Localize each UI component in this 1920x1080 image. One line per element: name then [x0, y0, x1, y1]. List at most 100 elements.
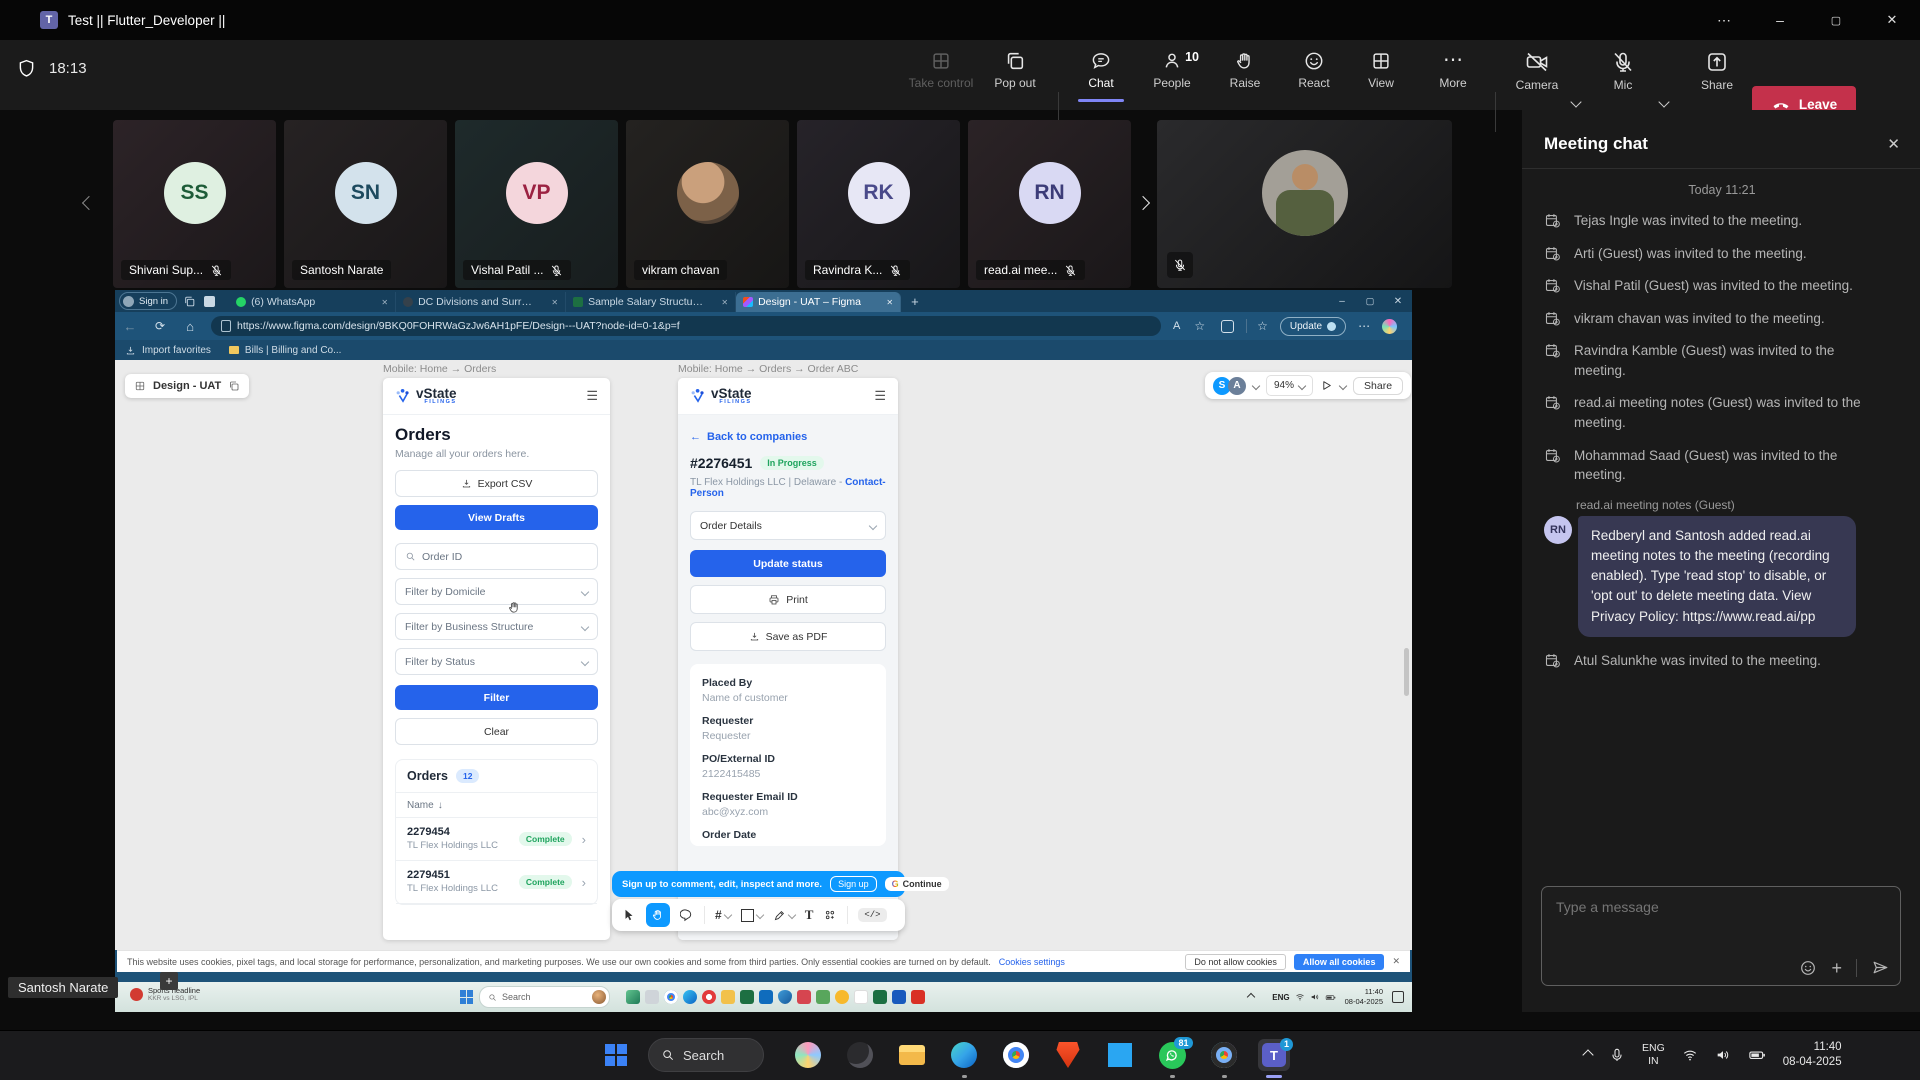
zoom-level-select[interactable]: 94%	[1266, 375, 1313, 396]
edge-app-icon[interactable]	[683, 990, 697, 1004]
opera-app-icon[interactable]	[702, 990, 716, 1004]
tiles-scroll-right-chevron[interactable]	[1136, 196, 1150, 210]
dev-mode-toggle[interactable]: </>	[858, 908, 886, 922]
brave-taskbar-icon[interactable]	[1052, 1039, 1084, 1071]
order-details-select[interactable]: Order Details	[690, 511, 886, 540]
browser-minimize-button[interactable]: –	[1328, 296, 1356, 307]
browser-maximize-button[interactable]: ▢	[1356, 296, 1384, 307]
favorites-bills-item[interactable]: Bills | Billing and Co...	[229, 345, 342, 356]
deny-cookies-button[interactable]: Do not allow cookies	[1185, 954, 1286, 970]
sort-down-icon[interactable]: ↓	[438, 800, 443, 811]
tray-battery-icon[interactable]	[1748, 1046, 1766, 1064]
order-id-search-input[interactable]: Order ID	[395, 543, 598, 570]
order-row[interactable]: 2279454 TL Flex Holdings LLC Complete ›	[396, 818, 597, 861]
chrome-profile2-taskbar-icon[interactable]	[1208, 1039, 1240, 1071]
figma-share-button[interactable]: Share	[1353, 377, 1403, 395]
teams-taskbar-icon[interactable]: T 1	[1258, 1039, 1290, 1071]
update-status-button[interactable]: Update status	[690, 550, 886, 577]
tab-close-icon[interactable]: ✕	[381, 298, 388, 307]
start-button[interactable]	[600, 1039, 632, 1071]
save-as-pdf-button[interactable]: Save as PDF	[690, 622, 886, 651]
participant-tile[interactable]: VP Vishal Patil ...	[455, 120, 618, 288]
more-button[interactable]: ⋯ More	[1428, 50, 1478, 90]
browser-update-button[interactable]: Update	[1280, 317, 1346, 336]
edge-taskbar-icon[interactable]	[948, 1039, 980, 1071]
chevron-down-icon[interactable]	[1339, 381, 1347, 389]
copilot-icon[interactable]	[1382, 319, 1397, 334]
browser-profile-button[interactable]: Sign in	[119, 292, 177, 310]
pop-out-button[interactable]: Pop out	[986, 50, 1044, 90]
frame-label[interactable]: Mobile: Home → Orders → Order ABC	[678, 363, 858, 375]
tray-volume-icon[interactable]	[1715, 1047, 1731, 1063]
titlebar-more-icon[interactable]: ⋯	[1696, 12, 1752, 29]
camera-options-chevron[interactable]	[1570, 96, 1581, 107]
filter-button[interactable]: Filter	[395, 685, 598, 710]
filter-domicile-select[interactable]: Filter by Domicile	[395, 578, 598, 605]
outlook-app-icon[interactable]	[759, 990, 773, 1004]
participant-tile[interactable]: RK Ravindra K...	[797, 120, 960, 288]
frame-tool-icon[interactable]: #	[715, 908, 731, 922]
shared-tray-chevron-icon[interactable]	[1247, 993, 1255, 1001]
banner-sign-up-button[interactable]: Sign up	[830, 876, 877, 892]
shared-start-icon[interactable]	[460, 990, 474, 1004]
maximize-button[interactable]: ▢	[1808, 14, 1864, 27]
browser-tab-whatsapp[interactable]: (6) WhatsApp ✕	[229, 292, 396, 312]
tray-mic-icon[interactable]	[1609, 1047, 1625, 1063]
browser-settings-icon[interactable]: ⋯	[1358, 319, 1370, 333]
pdf-app-icon[interactable]	[911, 990, 925, 1004]
move-tool-icon[interactable]	[622, 908, 636, 922]
language-indicator[interactable]: ENG IN	[1642, 1042, 1665, 1067]
browser-tab-figma[interactable]: Design - UAT – Figma ✕	[736, 292, 901, 312]
shared-battery-icon[interactable]	[1325, 992, 1336, 1003]
chat-panel-close-icon[interactable]: ✕	[1887, 135, 1900, 153]
mic-button[interactable]: Mic	[1602, 50, 1644, 92]
mail-app-icon[interactable]	[797, 990, 811, 1004]
column-header-name[interactable]: Name	[407, 800, 434, 811]
tab-close-icon[interactable]: ✕	[721, 298, 728, 307]
order-row[interactable]: 2279451 TL Flex Holdings LLC Complete ›	[396, 861, 597, 904]
pinned-app-icon[interactable]	[645, 990, 659, 1004]
frame-label[interactable]: Mobile: Home → Orders	[383, 363, 496, 375]
favorites-import-item[interactable]: Import favorites	[125, 345, 211, 356]
emoji-picker-icon[interactable]	[1799, 959, 1817, 977]
shared-notifications-icon[interactable]	[1392, 991, 1404, 1003]
view-drafts-button[interactable]: View Drafts	[395, 505, 598, 530]
tab-actions-icon[interactable]	[204, 296, 215, 307]
figma-canvas[interactable]: Design - UAT Mobile: Home → Orders Mobil…	[115, 360, 1412, 950]
nav-back-icon[interactable]: ←	[115, 319, 145, 334]
camera-button[interactable]: Camera	[1514, 50, 1560, 92]
defender-app-icon[interactable]	[778, 990, 792, 1004]
extensions-icon[interactable]	[1221, 320, 1234, 333]
favorites-bar-icon[interactable]: ☆	[1257, 319, 1268, 333]
hamburger-menu-icon[interactable]: ☰	[874, 388, 886, 404]
tray-show-hidden-chevron[interactable]	[1582, 1049, 1593, 1060]
collaborator-avatar[interactable]: A	[1228, 377, 1246, 395]
tray-wifi-icon[interactable]	[1682, 1047, 1698, 1063]
spotlight-participant-tile[interactable]	[1157, 120, 1452, 288]
todo-app-icon[interactable]	[816, 990, 830, 1004]
copilot-taskbar-icon[interactable]	[792, 1039, 824, 1071]
participant-tile[interactable]: SS Shivani Sup...	[113, 120, 276, 288]
message-input[interactable]	[1542, 887, 1900, 945]
word-app-icon[interactable]	[892, 990, 906, 1004]
google-app-icon[interactable]	[854, 990, 868, 1004]
clear-button[interactable]: Clear	[395, 718, 598, 745]
shared-volume-icon[interactable]	[1310, 992, 1320, 1002]
taskbar-search-box[interactable]: Search	[648, 1038, 764, 1072]
hamburger-menu-icon[interactable]: ☰	[586, 388, 598, 404]
mic-options-chevron[interactable]	[1658, 96, 1669, 107]
share-screen-button[interactable]: Share	[1692, 50, 1742, 92]
excel-file-icon[interactable]	[873, 990, 887, 1004]
file-explorer-icon[interactable]	[721, 990, 735, 1004]
chrome-app-icon[interactable]	[664, 990, 678, 1004]
text-tool-icon[interactable]: T	[805, 907, 814, 923]
excel-app-icon[interactable]	[740, 990, 754, 1004]
browser-tab-dc-divisions[interactable]: DC Divisions and Surroundings ✕	[396, 292, 566, 312]
chrome-taskbar-icon[interactable]	[1000, 1039, 1032, 1071]
filter-status-select[interactable]: Filter by Status	[395, 648, 598, 675]
tab-close-icon[interactable]: ✕	[551, 298, 558, 307]
file-explorer-taskbar-icon[interactable]	[896, 1039, 928, 1071]
close-button[interactable]: ✕	[1864, 12, 1920, 28]
read-aloud-icon[interactable]: A	[1173, 320, 1180, 332]
comment-tool-icon[interactable]	[680, 908, 694, 922]
